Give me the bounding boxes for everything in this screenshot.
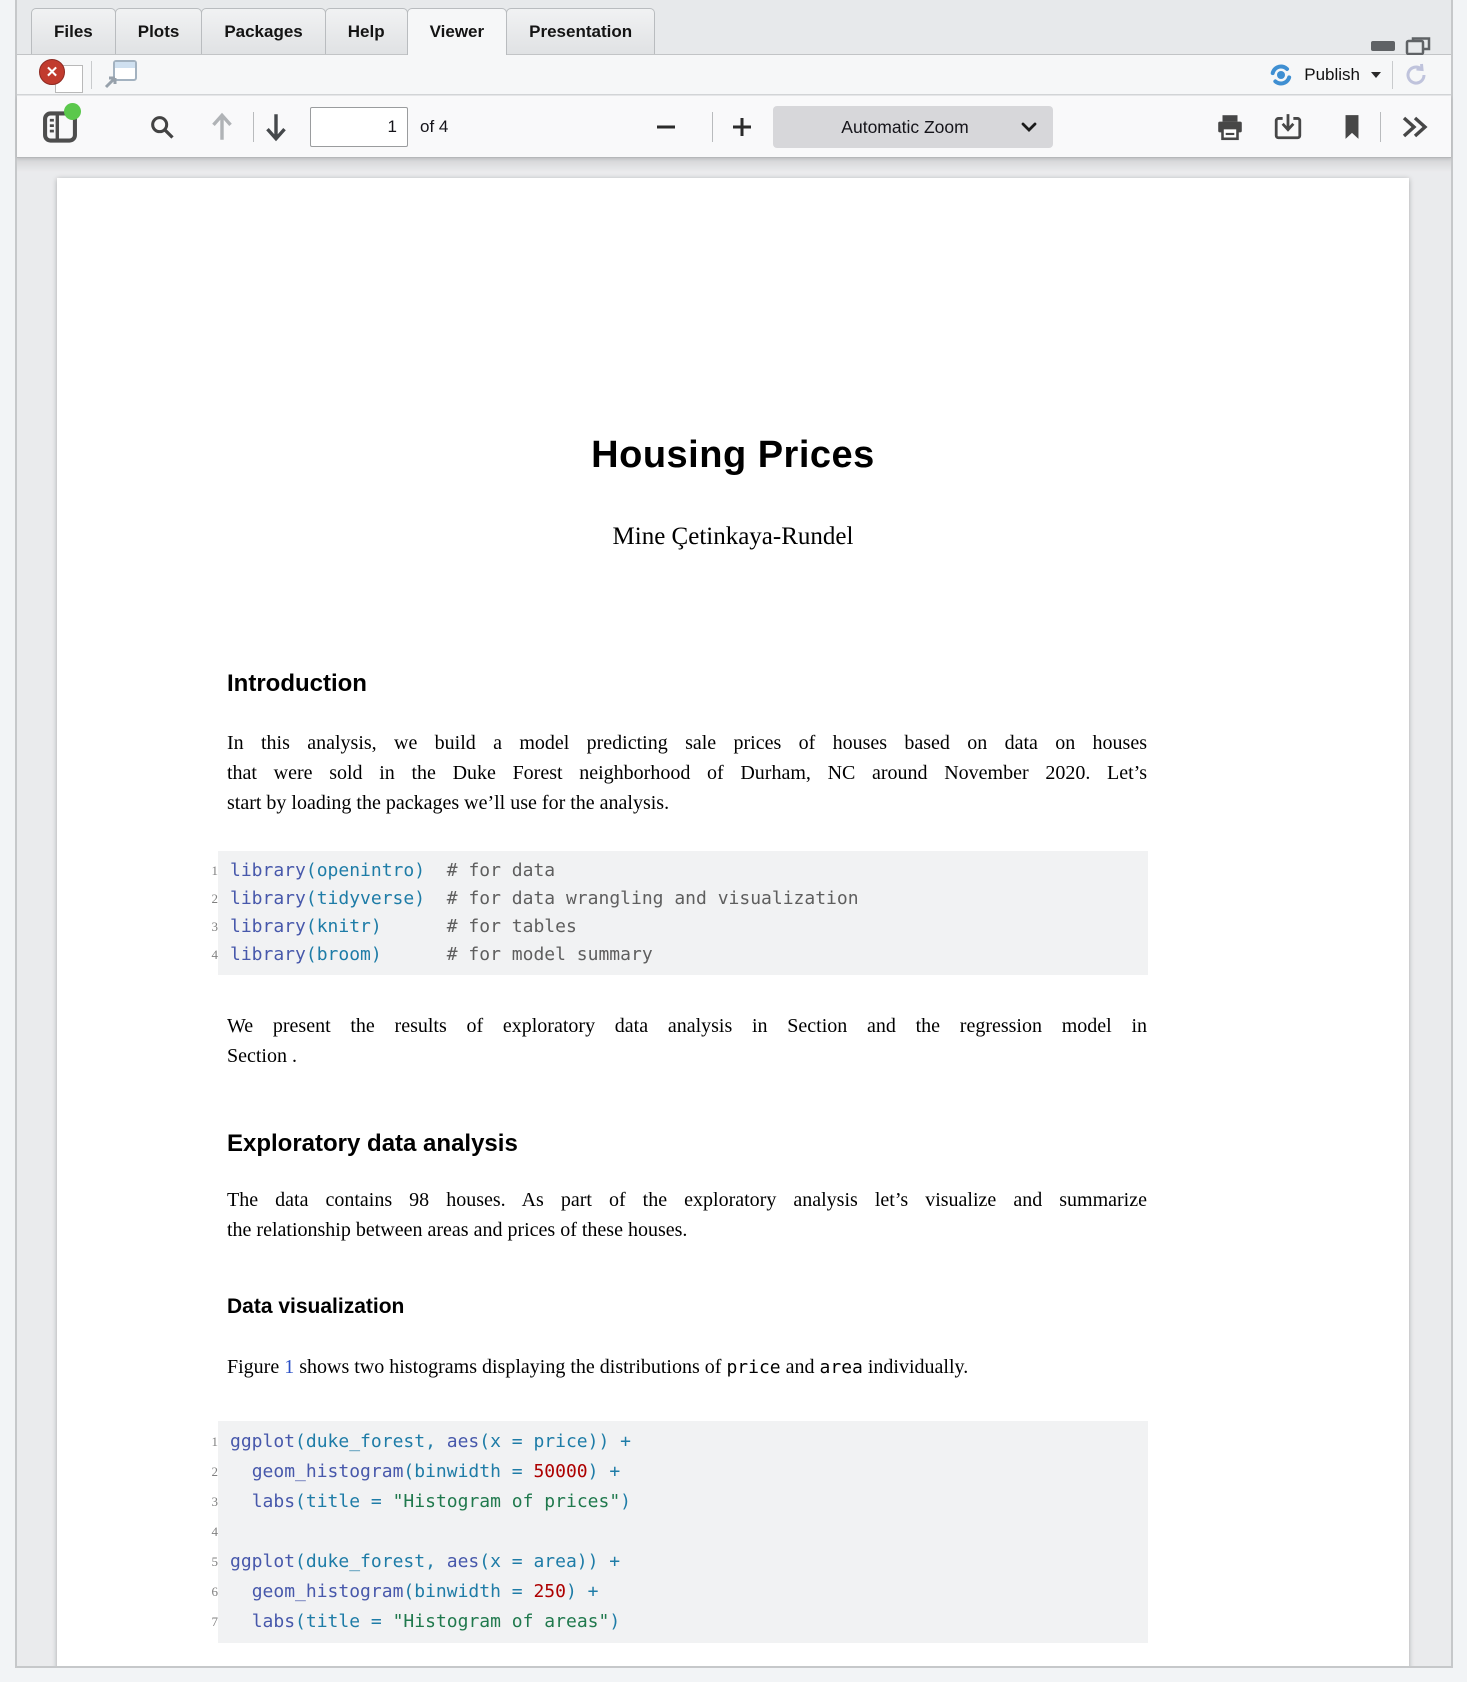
toolbar-divider <box>1380 112 1381 142</box>
print-button[interactable] <box>1212 109 1248 145</box>
intro-paragraph: In this analysis, we build a model predi… <box>227 728 1147 818</box>
viewer-pane: Files Plots Packages Help Viewer Present… <box>17 0 1451 1666</box>
pdf-toolbar: of 4 Automatic Zoom <box>17 96 1451 158</box>
code-line: 2library(tidyverse) # for data wrangling… <box>230 885 1148 913</box>
previous-page-button[interactable] <box>205 108 239 146</box>
inline-code-price: price <box>726 1357 780 1378</box>
publish-button[interactable]: Publish <box>1304 65 1360 85</box>
figure-link[interactable]: 1 <box>284 1356 294 1378</box>
bookmark-button[interactable] <box>1337 110 1367 144</box>
page-number-input[interactable] <box>310 107 408 147</box>
line-number: 3 <box>196 913 218 941</box>
publish-icon <box>1268 62 1294 88</box>
zoom-out-button[interactable] <box>649 110 683 144</box>
save-icon <box>1273 112 1303 142</box>
refresh-icon[interactable] <box>1403 62 1429 88</box>
tab-files[interactable]: Files <box>31 8 116 54</box>
figure-paragraph: Figure 1 shows two histograms displaying… <box>227 1352 1147 1383</box>
line-number: 2 <box>196 885 218 913</box>
page-count-label: of 4 <box>420 96 448 158</box>
code-line: 1library(openintro) # for data <box>230 857 1148 885</box>
tab-plots[interactable]: Plots <box>115 8 203 54</box>
arrow-up-icon <box>209 111 235 143</box>
code-line: 6 geom_histogram(binwidth = 250) + <box>230 1577 1148 1607</box>
pane-minimize-icon[interactable] <box>1370 38 1396 54</box>
code-line: 4 <box>230 1517 1148 1547</box>
zoom-select[interactable]: Automatic Zoom <box>773 106 1053 148</box>
toggle-sidebar-button[interactable] <box>37 105 83 149</box>
notification-dot-icon <box>64 103 81 120</box>
pane-maximize-icon[interactable] <box>1405 36 1431 56</box>
present-paragraph: We present the results of exploratory da… <box>227 1011 1147 1071</box>
code-block-ggplot: 1ggplot(duke_forest, aes(x = price)) +2 … <box>218 1421 1148 1643</box>
next-page-button[interactable] <box>259 108 293 146</box>
more-tools-button[interactable] <box>1395 110 1435 144</box>
publish-caret-icon[interactable] <box>1370 71 1382 79</box>
line-number: 2 <box>196 1457 218 1487</box>
toolbar-divider <box>712 112 713 142</box>
code-line: 5ggplot(duke_forest, aes(x = area)) + <box>230 1547 1148 1577</box>
document-author: Mine Çetinkaya-Rundel <box>57 523 1409 551</box>
line-number: 7 <box>196 1607 218 1637</box>
tab-help[interactable]: Help <box>325 8 408 54</box>
toolbar-divider <box>1392 61 1393 89</box>
bookmark-icon <box>1341 113 1363 141</box>
code-line: 4library(broom) # for model summary <box>230 941 1148 969</box>
eda-paragraph: The data contains 98 houses. As part of … <box>227 1185 1147 1245</box>
inline-code-area: area <box>820 1357 863 1378</box>
tab-viewer[interactable]: Viewer <box>407 8 508 55</box>
code-line: 3 labs(title = "Histogram of prices") <box>230 1487 1148 1517</box>
plus-icon <box>730 115 754 139</box>
tab-presentation[interactable]: Presentation <box>506 8 655 54</box>
search-button[interactable] <box>145 110 179 144</box>
line-number: 5 <box>196 1547 218 1577</box>
heading-data-visualization: Data visualization <box>227 1295 404 1319</box>
line-number: 6 <box>196 1577 218 1607</box>
line-number: 4 <box>196 941 218 969</box>
code-line: 1ggplot(duke_forest, aes(x = price)) + <box>230 1427 1148 1457</box>
pdf-viewport[interactable]: Housing Prices Mine Çetinkaya-Rundel Int… <box>17 158 1451 1666</box>
double-chevron-right-icon <box>1400 115 1430 139</box>
viewer-toolbar: ✕ Publish <box>17 55 1451 95</box>
clear-viewer-button[interactable]: ✕ <box>39 59 85 93</box>
pane-tab-bar: Files Plots Packages Help Viewer Present… <box>17 0 1451 55</box>
line-number: 3 <box>196 1487 218 1517</box>
minus-icon <box>654 115 678 139</box>
pdf-page: Housing Prices Mine Çetinkaya-Rundel Int… <box>57 178 1409 1666</box>
close-icon: ✕ <box>39 59 65 85</box>
open-in-new-window-button[interactable] <box>105 60 137 90</box>
code-line: 2 geom_histogram(binwidth = 50000) + <box>230 1457 1148 1487</box>
zoom-in-button[interactable] <box>725 110 759 144</box>
heading-eda: Exploratory data analysis <box>227 1130 518 1158</box>
chevron-down-icon <box>1021 122 1037 132</box>
code-line: 7 labs(title = "Histogram of areas") <box>230 1607 1148 1637</box>
printer-icon <box>1215 112 1245 142</box>
document-title: Housing Prices <box>57 434 1409 477</box>
arrow-down-icon <box>263 111 289 143</box>
toolbar-divider <box>91 61 92 89</box>
line-number: 1 <box>196 857 218 885</box>
code-block-libraries: 1library(openintro) # for data2library(t… <box>218 851 1148 975</box>
line-number: 4 <box>196 1517 218 1547</box>
popout-arrow-icon <box>103 72 121 90</box>
line-number: 1 <box>196 1427 218 1457</box>
download-button[interactable] <box>1270 109 1306 145</box>
heading-introduction: Introduction <box>227 670 367 698</box>
toolbar-divider <box>253 112 254 142</box>
zoom-select-label: Automatic Zoom <box>789 117 1021 138</box>
tab-packages[interactable]: Packages <box>201 8 325 54</box>
code-line: 3library(knitr) # for tables <box>230 913 1148 941</box>
